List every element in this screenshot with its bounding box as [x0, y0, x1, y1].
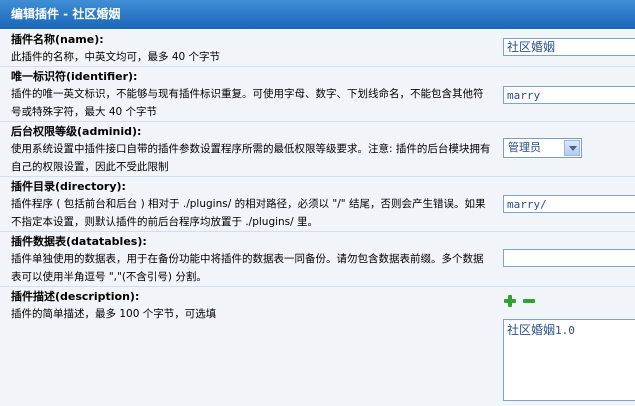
field-label-block: 插件名称(name): 此插件的名称，中英文均可，最多 40 个字节 [11, 32, 493, 66]
page-title: 编辑插件 - 社区婚姻 [11, 7, 121, 21]
field-label-block: 唯一标识符(identifier): 插件的唯一英文标识，不能够与现有插件标识重… [11, 69, 493, 121]
field-label-block: 插件描述(description): 插件的简单描述，最多 100 个字节，可选… [11, 289, 493, 323]
field-title: 插件描述(description): [11, 290, 140, 303]
field-description: 插件的简单描述，最多 100 个字节，可选填 [11, 308, 217, 320]
field-description: 插件程序 ( 包括前台和后台 ) 相对于 ./plugins/ 的相对路径，必须… [11, 198, 486, 228]
field-title: 插件数据表(datatables): [11, 235, 147, 248]
plugin-identifier-input[interactable]: marry [503, 86, 635, 104]
field-title: 唯一标识符(identifier): [11, 70, 138, 83]
plugin-name-input[interactable]: 社区婚姻 [503, 38, 635, 56]
admin-level-selected: 管理员 [508, 141, 541, 154]
admin-level-select[interactable]: 管理员 [503, 138, 582, 158]
field-label-block: 插件数据表(datatables): 插件单独使用的数据表，用于在备份功能中将插… [11, 234, 493, 286]
field-label-block: 后台权限等级(adminid): 使用系统设置中插件接口自带的插件参数设置程序所… [11, 124, 493, 176]
plugin-directory-input[interactable]: marry/ [503, 195, 635, 213]
plugin-datatables-input[interactable] [503, 249, 635, 267]
field-label-block: 插件目录(directory): 插件程序 ( 包括前台和后台 ) 相对于 ./… [11, 179, 493, 231]
plugin-description-textarea[interactable]: 社区婚姻1.0 [503, 319, 635, 401]
field-description: 插件的唯一英文标识，不能够与现有插件标识重复。可使用字母、数字、下划线命名，不能… [11, 88, 484, 118]
field-row-description: 插件描述(description): 插件的简单描述，最多 100 个字节，可选… [0, 287, 635, 406]
field-title: 插件目录(directory): [11, 180, 126, 193]
field-row-directory: 插件目录(directory): 插件程序 ( 包括前台和后台 ) 相对于 ./… [0, 177, 635, 232]
chevron-down-icon[interactable] [564, 140, 580, 156]
description-text: 社区婚姻 [507, 323, 556, 337]
minus-icon[interactable] [523, 295, 535, 307]
field-description: 使用系统设置中插件接口自带的插件参数设置程序所需的最低权限等级要求。注意: 插件… [11, 143, 491, 173]
field-description: 插件单独使用的数据表，用于在备份功能中将插件的数据表一同备份。请勿包含数据表前缀… [11, 253, 484, 283]
field-row-name: 插件名称(name): 此插件的名称，中英文均可，最多 40 个字节 社区婚姻 [0, 30, 635, 67]
field-row-datatables: 插件数据表(datatables): 插件单独使用的数据表，用于在备份功能中将插… [0, 232, 635, 287]
plus-icon[interactable] [504, 295, 516, 307]
field-title: 插件名称(name): [11, 33, 104, 46]
page-header: 编辑插件 - 社区婚姻 [0, 0, 635, 29]
field-row-adminid: 后台权限等级(adminid): 使用系统设置中插件接口自带的插件参数设置程序所… [0, 122, 635, 177]
field-row-identifier: 唯一标识符(identifier): 插件的唯一英文标识，不能够与现有插件标识重… [0, 67, 635, 122]
field-description: 此插件的名称，中英文均可，最多 40 个字节 [11, 51, 221, 63]
field-title: 后台权限等级(adminid): [11, 125, 142, 138]
description-version: 1.0 [555, 324, 575, 337]
